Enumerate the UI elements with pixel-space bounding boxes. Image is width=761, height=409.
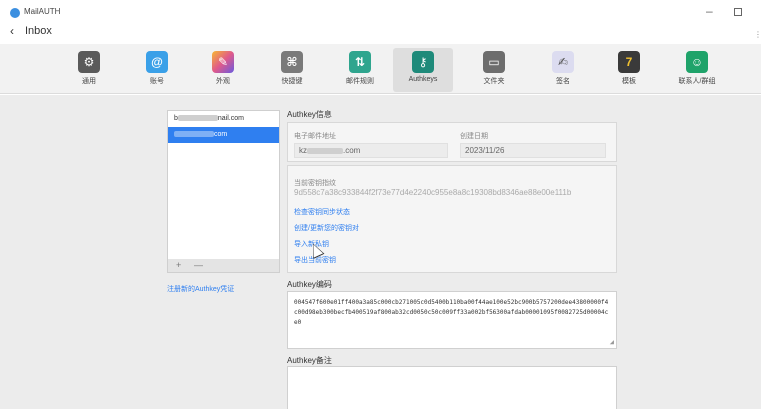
- preferences-toolbar: ⚙ 通用 @ 账号 ✎ 外观 ⌘ 快捷键 ⇅ 邮件规则 ⚷ Authkeys ▭…: [0, 44, 761, 94]
- remove-account-button[interactable]: —: [194, 260, 203, 270]
- authkey-info-panel: 电子邮件地址 kz .com 创建日期 2023/11/26: [287, 122, 617, 162]
- tab-shortcuts[interactable]: ⌘ 快捷键: [262, 48, 322, 92]
- date-label: 创建日期: [460, 133, 488, 140]
- add-account-button[interactable]: +: [176, 260, 181, 270]
- more-options-icon[interactable]: ⋮: [754, 30, 761, 39]
- tab-label: 联系人/群组: [678, 78, 716, 85]
- at-icon: @: [146, 51, 168, 73]
- signature-icon: ✍: [552, 51, 574, 73]
- tab-label: 签名: [556, 78, 570, 85]
- tab-contacts[interactable]: ☺ 联系人/群组: [667, 48, 727, 92]
- maximize-button[interactable]: [734, 8, 742, 16]
- fingerprint-label: 当前密钥指纹: [294, 180, 336, 187]
- tab-label: 模板: [622, 78, 636, 85]
- app-logo-icon: [10, 8, 20, 18]
- account-list[interactable]: b nail.com com: [167, 110, 280, 260]
- tab-mail-rules[interactable]: ⇅ 邮件规则: [330, 48, 390, 92]
- rules-icon: ⇅: [349, 51, 371, 73]
- authkey-note-title: Authkey备注: [287, 356, 332, 365]
- create-update-keypair-link[interactable]: 创建/更新您的密钥对: [294, 223, 359, 233]
- tab-label: 快捷键: [281, 78, 303, 85]
- email-field: kz .com: [294, 143, 448, 158]
- paintbrush-icon: ✎: [212, 51, 234, 73]
- tab-label: 账号: [150, 78, 164, 85]
- app-title: MailAUTH: [24, 7, 61, 16]
- command-icon: ⌘: [281, 51, 303, 73]
- authkey-code-textarea[interactable]: 004547f600e01ff400a3a85c000cb271005c0d54…: [287, 291, 617, 349]
- redacted-text: [174, 131, 214, 138]
- tab-folders[interactable]: ▭ 文件夹: [464, 48, 524, 92]
- tab-signature[interactable]: ✍ 签名: [533, 48, 593, 92]
- contacts-icon: ☺: [686, 51, 708, 73]
- template-icon: 7: [618, 51, 640, 73]
- tab-label: Authkeys: [408, 76, 438, 83]
- creation-date-field: 2023/11/26: [460, 143, 606, 158]
- gear-icon: ⚙: [78, 51, 100, 73]
- authkey-note-textarea[interactable]: [287, 366, 617, 409]
- title-bar: MailAUTH – ‹ Inbox ⋮: [0, 0, 761, 44]
- redacted-text: [177, 115, 218, 122]
- key-fingerprint-panel: 当前密钥指纹 9d558c7a38c933844f2f73e77d4e2240c…: [287, 165, 617, 273]
- account-list-footer: + —: [167, 259, 280, 273]
- account-suffix: com: [214, 131, 228, 138]
- minimize-button[interactable]: –: [706, 4, 713, 18]
- email-label: 电子邮件地址: [294, 133, 336, 140]
- email-prefix: kz: [299, 146, 307, 155]
- fingerprint-value: 9d558c7a38c933844f2f73e77d4e2240c955e8a8…: [294, 188, 572, 197]
- tab-appearance[interactable]: ✎ 外观: [193, 48, 253, 92]
- tab-accounts[interactable]: @ 账号: [127, 48, 187, 92]
- resize-handle-icon[interactable]: ◢: [610, 337, 614, 347]
- back-inbox-label[interactable]: Inbox: [25, 25, 52, 37]
- account-list-item-selected[interactable]: com: [168, 127, 279, 143]
- tab-label: 邮件规则: [346, 78, 374, 85]
- tab-label: 外观: [216, 78, 230, 85]
- tab-templates[interactable]: 7 模板: [599, 48, 659, 92]
- email-suffix: .com: [343, 146, 361, 155]
- back-chevron-icon[interactable]: ‹: [10, 24, 14, 38]
- tab-general[interactable]: ⚙ 通用: [59, 48, 119, 92]
- account-list-item[interactable]: b nail.com: [168, 111, 279, 127]
- tab-label: 通用: [82, 78, 96, 85]
- tab-authkeys[interactable]: ⚷ Authkeys: [393, 48, 453, 92]
- authkey-info-title: Authkey信息: [287, 110, 332, 119]
- authkey-code-title: Authkey编码: [287, 280, 332, 289]
- account-suffix: nail.com: [217, 115, 244, 122]
- tab-label: 文件夹: [483, 78, 505, 85]
- redacted-text: [307, 147, 343, 154]
- folder-icon: ▭: [483, 51, 505, 73]
- check-key-sync-link[interactable]: 检查密钥同步状态: [294, 207, 350, 217]
- key-icon: ⚷: [412, 51, 434, 73]
- authkey-code-value: 004547f600e01ff400a3a85c000cb271005c0d54…: [294, 299, 609, 326]
- register-authkey-link[interactable]: 注册新的Authkey凭证: [167, 284, 234, 294]
